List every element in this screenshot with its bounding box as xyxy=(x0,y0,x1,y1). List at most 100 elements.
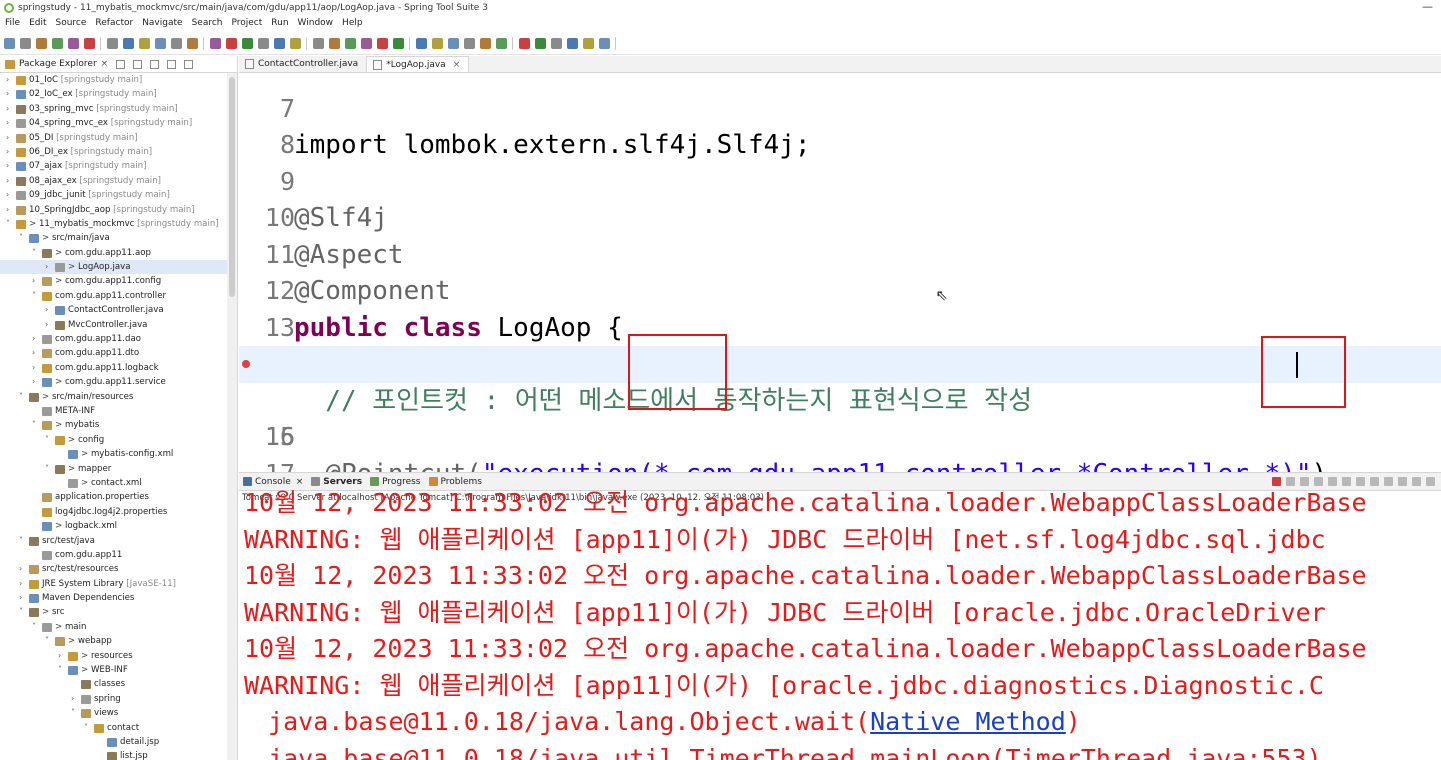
chevron-right-icon[interactable]: › xyxy=(6,131,14,145)
view-menu-icon[interactable] xyxy=(150,59,160,69)
native-method-link[interactable]: Native Method xyxy=(870,707,1066,736)
chevron-right-icon[interactable]: › xyxy=(45,303,53,317)
chevron-right-icon[interactable]: › xyxy=(6,145,14,159)
chevron-down-icon[interactable]: ˅ xyxy=(84,721,92,735)
save-all-icon[interactable] xyxy=(329,38,340,49)
menu-edit[interactable]: Edit xyxy=(29,18,46,28)
chevron-down-icon[interactable]: ˅ xyxy=(32,418,40,432)
chevron-right-icon[interactable]: › xyxy=(71,692,79,706)
tree-item[interactable]: detail.jsp xyxy=(0,735,237,749)
run-icon[interactable] xyxy=(377,38,388,49)
chevron-right-icon[interactable]: › xyxy=(32,375,40,389)
scrollbar-thumb[interactable] xyxy=(229,77,235,297)
tree-item[interactable]: ˅ src/test/java xyxy=(0,534,237,548)
stop-icon[interactable] xyxy=(535,38,546,49)
properties-icon[interactable] xyxy=(496,38,507,49)
tree-item[interactable]: ˅ > 11_mybatis_mockmvc [springstudy main] xyxy=(0,217,237,231)
tree-item[interactable]: com.gdu.app11 xyxy=(0,548,237,562)
chevron-right-icon[interactable]: › xyxy=(32,346,40,360)
show-on-error-icon[interactable] xyxy=(1370,477,1379,486)
menu-refactor[interactable]: Refactor xyxy=(95,18,133,28)
tree-item[interactable]: ˅ > src/main/java xyxy=(0,231,237,245)
chevron-right-icon[interactable]: › xyxy=(6,174,14,188)
view-menu-icon[interactable] xyxy=(1426,477,1435,486)
chevron-right-icon[interactable]: › xyxy=(19,577,27,591)
minimize-view-icon[interactable] xyxy=(167,59,177,69)
tree-scrollbar[interactable] xyxy=(227,73,237,760)
chevron-right-icon[interactable]: › xyxy=(6,73,14,87)
chevron-down-icon[interactable]: ˅ xyxy=(19,605,27,619)
chevron-right-icon[interactable]: › xyxy=(58,649,66,663)
menu-project[interactable]: Project xyxy=(231,18,262,28)
chevron-down-icon[interactable]: ˅ xyxy=(32,246,40,260)
build-icon[interactable] xyxy=(107,38,118,49)
close-icon[interactable]: × xyxy=(453,60,461,70)
new-icon[interactable] xyxy=(599,38,610,49)
pin-console-icon[interactable] xyxy=(1384,477,1393,486)
tree-item[interactable]: ˅ > src/main/resources xyxy=(0,390,237,404)
new-icon[interactable] xyxy=(448,38,459,49)
tree-item[interactable]: › com.gdu.app11.dao xyxy=(0,332,237,346)
chevron-down-icon[interactable]: ˅ xyxy=(19,390,27,404)
tree-item[interactable]: › Maven Dependencies xyxy=(0,591,237,605)
menu-run[interactable]: Run xyxy=(271,18,288,28)
chevron-right-icon[interactable]: › xyxy=(6,87,14,101)
tree-item[interactable]: ˅ > mapper xyxy=(0,462,237,476)
tree-item[interactable]: › > com.gdu.app11.config xyxy=(0,274,237,288)
new-icon[interactable] xyxy=(155,38,166,49)
chevron-down-icon[interactable]: ˅ xyxy=(45,462,53,476)
tree-item[interactable]: › > LogAop.java xyxy=(0,260,237,275)
chevron-right-icon[interactable]: › xyxy=(32,332,40,346)
chevron-right-icon[interactable]: › xyxy=(6,116,14,130)
chevron-down-icon[interactable]: ˅ xyxy=(71,706,79,720)
tree-item[interactable]: › MvcController.java xyxy=(0,318,237,332)
chevron-right-icon[interactable]: › xyxy=(32,361,40,375)
tree-item[interactable]: › 05_DI [springstudy main] xyxy=(0,131,237,145)
build-icon[interactable] xyxy=(258,38,269,49)
debug-icon[interactable] xyxy=(210,38,221,49)
save-icon[interactable] xyxy=(171,38,182,49)
chevron-right-icon[interactable]: › xyxy=(6,188,14,202)
menu-navigate[interactable]: Navigate xyxy=(142,18,182,28)
chevron-right-icon[interactable]: › xyxy=(6,159,14,173)
save-all-icon[interactable] xyxy=(480,38,491,49)
maximize-view-icon[interactable] xyxy=(184,59,194,69)
open-type-icon[interactable] xyxy=(583,38,594,49)
tree-item[interactable]: › JRE System Library [JavaSE-11] xyxy=(0,577,237,591)
debug-icon[interactable] xyxy=(68,38,79,49)
open-type-icon[interactable] xyxy=(290,38,301,49)
tree-item[interactable]: › 04_spring_mvc_ex [springstudy main] xyxy=(0,116,237,130)
tree-item[interactable]: › 10_SpringJdbc_aop [springstudy main] xyxy=(0,203,237,217)
close-icon[interactable]: × xyxy=(101,59,109,69)
properties-icon[interactable] xyxy=(52,38,63,49)
new-icon[interactable] xyxy=(4,38,15,49)
tree-item[interactable]: › > com.gdu.app11.service xyxy=(0,375,237,389)
tree-item[interactable]: › src/test/resources xyxy=(0,562,237,576)
tree-item[interactable]: list.jsp xyxy=(0,749,237,760)
chevron-down-icon[interactable]: ˅ xyxy=(32,620,40,634)
chevron-down-icon[interactable]: ˅ xyxy=(19,534,27,548)
menu-help[interactable]: Help xyxy=(342,18,363,28)
display-console-icon[interactable] xyxy=(1398,477,1407,486)
minimize-button[interactable]: — xyxy=(1422,0,1433,13)
tree-item[interactable]: ˅ views xyxy=(0,706,237,720)
chevron-right-icon[interactable]: › xyxy=(32,274,40,288)
chevron-right-icon[interactable]: › xyxy=(19,562,27,576)
tree-item[interactable]: ˅ com.gdu.app11.controller xyxy=(0,289,237,303)
search-icon[interactable] xyxy=(123,38,134,49)
link-with-editor-icon[interactable] xyxy=(133,59,143,69)
chevron-down-icon[interactable]: ˅ xyxy=(6,217,14,231)
chevron-down-icon[interactable]: ˅ xyxy=(32,289,40,303)
collapse-all-icon[interactable] xyxy=(116,59,126,69)
stop-icon[interactable] xyxy=(393,38,404,49)
save-icon[interactable] xyxy=(20,38,31,49)
tree-item[interactable]: ˅ > webapp xyxy=(0,634,237,648)
tree-item[interactable]: › > resources xyxy=(0,649,237,663)
tree-item[interactable]: ˅ contact xyxy=(0,721,237,735)
tree-item[interactable]: META-INF xyxy=(0,404,237,418)
chevron-right-icon[interactable]: › xyxy=(6,102,14,116)
code-editor[interactable]: 7 import lombok.extern.slf4j.Slf4j; 8 9 … xyxy=(239,73,1441,472)
tree-item[interactable]: ˅ > com.gdu.app11.aop xyxy=(0,246,237,260)
package-explorer-tab[interactable]: Package Explorer × xyxy=(0,56,237,73)
tab-log-aop[interactable]: *LogAop.java × xyxy=(366,56,470,72)
